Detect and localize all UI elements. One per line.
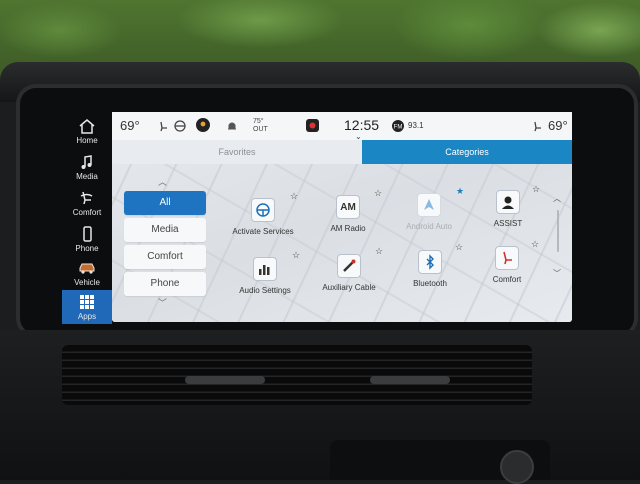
am-radio-icon: AM: [336, 195, 360, 219]
music-note-icon: [81, 155, 92, 169]
nav-home[interactable]: Home: [62, 114, 112, 154]
grid-scroll-down-icon[interactable]: ﹀: [553, 268, 561, 279]
filter-phone[interactable]: Phone: [124, 272, 206, 296]
filter-all[interactable]: All: [124, 191, 206, 215]
nav-label: Vehicle: [74, 278, 100, 287]
left-nav: Home Media Comfort Phone Vehicle Apps: [62, 112, 112, 324]
aux-cable-icon: [337, 254, 361, 278]
tab-categories[interactable]: Categories: [362, 140, 572, 164]
svg-text:FM: FM: [394, 125, 403, 131]
nav-media[interactable]: Media: [62, 150, 112, 190]
vehicle-icon: [79, 263, 95, 274]
radio-station[interactable]: 93.1: [408, 121, 424, 130]
assist-agent-icon: [496, 190, 520, 214]
nav-apps[interactable]: Apps: [62, 290, 112, 324]
steering-wheel-icon: [251, 198, 275, 222]
chevron-down-icon[interactable]: ⌄: [355, 132, 362, 141]
scroll-up-icon[interactable]: ︿: [158, 175, 167, 188]
app-comfort[interactable]: Comfort: [462, 246, 552, 284]
app-label: Auxiliary Cable: [322, 283, 376, 292]
right-temp[interactable]: 69°: [548, 118, 568, 133]
nav-comfort[interactable]: Comfort: [62, 186, 112, 226]
app-label: ASSIST: [493, 219, 523, 228]
app-assist[interactable]: ASSIST: [463, 190, 553, 228]
app-auxiliary-cable[interactable]: Auxiliary Cable: [304, 254, 394, 292]
left-temp[interactable]: 69°: [120, 118, 140, 133]
phone-icon: [83, 226, 92, 242]
outside-temp-label: OUT: [253, 126, 268, 133]
siriusxm-icon[interactable]: [306, 119, 319, 132]
app-label: Activate Services: [232, 227, 294, 236]
notification-bell-icon[interactable]: [226, 120, 238, 132]
passenger-seat-icon[interactable]: [532, 120, 544, 132]
air-vent: [62, 345, 532, 405]
app-label: Android Auto: [406, 222, 452, 231]
grid-scroll-up-icon[interactable]: ︿: [553, 193, 561, 204]
filter-comfort[interactable]: Comfort: [124, 245, 206, 269]
home-icon: [79, 119, 95, 134]
bluetooth-icon: [418, 250, 442, 274]
app-label: AM Radio: [330, 224, 366, 233]
nav-label: Phone: [75, 244, 99, 253]
favorite-star-icon[interactable]: ☆: [375, 246, 383, 257]
app-android-auto[interactable]: Android Auto: [384, 193, 474, 231]
heated-seat-icon[interactable]: [158, 120, 170, 132]
radio-fm-icon[interactable]: FM: [392, 120, 404, 132]
app-audio-settings[interactable]: Audio Settings: [220, 257, 310, 295]
nav-label: Media: [76, 172, 98, 181]
grid-scrollbar[interactable]: [557, 210, 559, 252]
profile-icon[interactable]: [196, 118, 210, 132]
app-label: Audio Settings: [239, 286, 291, 295]
outside-temp-value: 75°: [253, 118, 264, 125]
nav-label: Comfort: [72, 208, 102, 217]
app-am-radio[interactable]: AM AM Radio: [303, 195, 393, 233]
favorite-star-icon[interactable]: ☆: [290, 191, 298, 202]
android-auto-icon: [417, 193, 441, 217]
clock: 12:55: [344, 117, 380, 133]
nav-label: Apps: [77, 312, 97, 321]
apps-grid-icon: [80, 295, 94, 309]
favorite-star-icon[interactable]: ☆: [532, 184, 540, 195]
control-knob: [500, 450, 534, 484]
outside-temp: 75° OUT: [253, 118, 268, 134]
favorite-star-icon[interactable]: ☆: [531, 239, 539, 250]
equalizer-icon: [253, 257, 277, 281]
scroll-down-icon[interactable]: ﹀: [158, 296, 167, 309]
tab-favorites[interactable]: Favorites: [112, 140, 362, 164]
app-activate-services[interactable]: Activate Services: [218, 198, 308, 236]
vent-handle-right: [370, 376, 450, 384]
seat-comfort-icon: [80, 191, 93, 205]
comfort-seat-icon: [495, 246, 519, 270]
app-label: Comfort: [492, 275, 522, 284]
favorite-star-icon[interactable]: ☆: [374, 188, 382, 199]
filter-media[interactable]: Media: [124, 218, 206, 242]
favorite-star-icon[interactable]: ☆: [292, 250, 300, 261]
nav-label: Home: [76, 136, 98, 145]
status-bar: 69° 75° OUT 12:55 FM 93.1 69°: [112, 112, 572, 141]
heated-wheel-icon[interactable]: [174, 120, 186, 132]
vent-handle-left: [185, 376, 265, 384]
